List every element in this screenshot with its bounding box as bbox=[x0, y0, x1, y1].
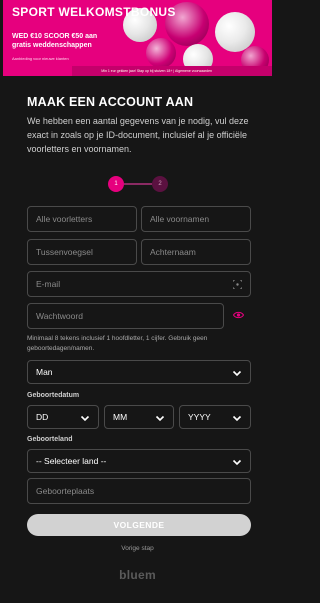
country-select[interactable]: -- Selecteer land -- bbox=[27, 449, 251, 473]
password-hint: Minimaal 8 tekens inclusief 1 hoofdlette… bbox=[27, 335, 208, 352]
chevron-down-icon bbox=[80, 415, 90, 422]
chevron-down-icon bbox=[155, 415, 165, 422]
gender-value: Man bbox=[36, 367, 53, 377]
dob-year-value: YYYY bbox=[188, 412, 211, 422]
page-title: MAAK EEN ACCOUNT AAN bbox=[27, 95, 194, 109]
banner-small-text: Aanbieding voor nieuwe klanten bbox=[12, 56, 69, 61]
infix-input[interactable]: Tussenvoegsel bbox=[27, 239, 137, 265]
banner-offer: WED €10 SCOOR €50 aan gratis weddenschap… bbox=[12, 33, 98, 49]
banner-title: SPORT WELKOMSTBONUS bbox=[12, 5, 176, 19]
email-input[interactable]: E-mail bbox=[27, 271, 251, 297]
signup-page: SPORT WELKOMSTBONUS WED €10 SCOOR €50 aa… bbox=[0, 0, 275, 603]
initials-input[interactable]: Alle voorletters bbox=[27, 206, 137, 232]
dob-month-select[interactable]: MM bbox=[104, 405, 174, 429]
gender-select[interactable]: Man bbox=[27, 360, 251, 384]
show-password-eye-icon[interactable] bbox=[233, 311, 244, 319]
intro-text: We hebben een aantal gegevens van je nod… bbox=[27, 116, 249, 154]
step-connector bbox=[124, 183, 152, 185]
password-input[interactable]: Wachtwoord bbox=[27, 303, 224, 329]
chevron-down-icon bbox=[232, 459, 242, 466]
country-label: Geboorteland bbox=[27, 436, 73, 443]
dob-year-select[interactable]: YYYY bbox=[179, 405, 251, 429]
next-button[interactable]: VOLGENDE bbox=[27, 514, 251, 536]
country-value: -- Selecteer land -- bbox=[36, 456, 107, 466]
dob-label: Geboortedatum bbox=[27, 392, 80, 399]
banner-terms: Min 1 eur gekken jaar! Stap op bij stuiv… bbox=[72, 66, 272, 76]
step-indicator: 1 2 bbox=[108, 176, 168, 192]
dob-day-select[interactable]: DD bbox=[27, 405, 99, 429]
firstnames-input[interactable]: Alle voornamen bbox=[141, 206, 251, 232]
step-2: 2 bbox=[152, 176, 168, 192]
autofill-icon bbox=[233, 280, 242, 289]
birthplace-input[interactable]: Geboorteplaats bbox=[27, 478, 251, 504]
dob-month-value: MM bbox=[113, 412, 128, 422]
previous-step-link[interactable]: Vorige stap bbox=[0, 545, 275, 552]
step-1-active: 1 bbox=[108, 176, 124, 192]
lastname-input[interactable]: Achternaam bbox=[141, 239, 251, 265]
email-placeholder: E-mail bbox=[36, 279, 61, 289]
bluem-logo: bluem bbox=[119, 568, 156, 582]
dob-day-value: DD bbox=[36, 412, 49, 422]
chevron-down-icon bbox=[232, 415, 242, 422]
promo-banner[interactable]: SPORT WELKOMSTBONUS WED €10 SCOOR €50 aa… bbox=[3, 0, 272, 76]
tennisball-image bbox=[146, 38, 176, 68]
chevron-down-icon bbox=[232, 370, 242, 377]
